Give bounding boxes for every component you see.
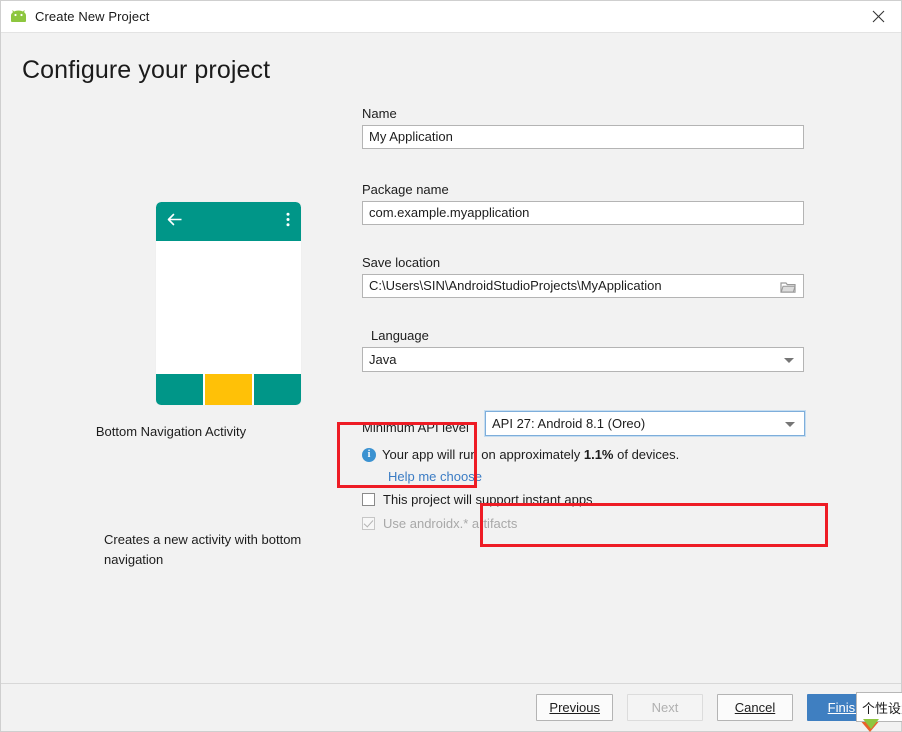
- androidx-artifacts-checkbox-row: Use androidx.* artifacts: [362, 516, 517, 531]
- name-label: Name: [362, 106, 397, 121]
- template-description: Creates a new activity with bottom navig…: [104, 532, 302, 567]
- package-name-label: Package name: [362, 182, 449, 197]
- window-title-bar: Create New Project: [1, 1, 901, 33]
- instant-apps-label: This project will support instant apps: [383, 492, 593, 507]
- project-configuration-form: Name My Application Package name com.exa…: [341, 85, 901, 683]
- next-button: Next: [627, 694, 703, 721]
- cancel-button-label: Cancel: [734, 700, 776, 715]
- language-label: Language: [371, 328, 429, 343]
- minimum-api-level-selected-value: API 27: Android 8.1 (Oreo): [492, 416, 646, 431]
- minimum-api-level-dropdown[interactable]: API 27: Android 8.1 (Oreo): [485, 411, 805, 436]
- next-button-label: Next: [651, 700, 679, 715]
- window-title: Create New Project: [35, 9, 150, 24]
- overlay-pointer-inner: [863, 719, 879, 729]
- overflow-menu-icon: [286, 212, 290, 232]
- dialog-footer: Previous Next Cancel Finish: [1, 683, 901, 731]
- preview-bottom-navigation: [156, 374, 301, 405]
- device-coverage-percent: 1.1%: [583, 447, 614, 462]
- activity-preview-image: [156, 202, 301, 405]
- cancel-button[interactable]: Cancel: [717, 694, 793, 721]
- preview-nav-item-3: [254, 374, 301, 405]
- preview-content-area: [156, 241, 301, 374]
- device-coverage-info: i Your app will run on approximately 1.1…: [362, 447, 679, 462]
- help-me-choose-link[interactable]: Help me choose: [388, 469, 482, 484]
- dialog-body: Bottom Navigation Activity Creates a new…: [1, 85, 901, 683]
- device-coverage-prefix: Your app will run on approximately: [382, 447, 584, 462]
- chevron-down-icon: [784, 357, 794, 363]
- preview-nav-item-2-active: [205, 374, 252, 405]
- back-arrow-icon: [167, 213, 183, 231]
- save-location-label: Save location: [362, 255, 441, 270]
- device-coverage-suffix: of devices.: [613, 447, 680, 462]
- androidx-artifacts-label: Use androidx.* artifacts: [383, 516, 518, 531]
- language-selected-value: Java: [369, 352, 397, 367]
- name-input[interactable]: My Application: [362, 125, 804, 149]
- info-icon: i: [362, 448, 376, 462]
- page-title: Configure your project: [22, 56, 271, 84]
- close-icon[interactable]: [855, 1, 901, 31]
- folder-icon[interactable]: [780, 279, 796, 293]
- instant-apps-checkbox-row[interactable]: This project will support instant apps: [362, 492, 593, 507]
- chevron-down-icon: [785, 421, 795, 427]
- personalization-tooltip[interactable]: 个性设置: [856, 692, 902, 722]
- previous-button-label: Previous: [549, 700, 600, 715]
- android-icon: [10, 10, 27, 23]
- androidx-artifacts-checkbox: [362, 517, 375, 530]
- minimum-api-level-label: Minimum API level: [362, 420, 469, 435]
- device-coverage-text: Your app will run on approximately 1.1% …: [382, 447, 679, 462]
- preview-nav-item-1: [156, 374, 203, 405]
- preview-app-bar: [156, 202, 301, 241]
- save-location-value: C:\Users\SIN\AndroidStudioProjects\MyApp…: [369, 278, 662, 293]
- language-dropdown[interactable]: Java: [362, 347, 804, 372]
- create-new-project-dialog: Create New Project Configure your projec…: [0, 0, 902, 732]
- instant-apps-checkbox[interactable]: [362, 493, 375, 506]
- template-name-caption: Bottom Navigation Activity: [95, 424, 247, 439]
- package-name-input[interactable]: com.example.myapplication: [362, 201, 804, 225]
- previous-button[interactable]: Previous: [536, 694, 613, 721]
- template-preview-panel: Bottom Navigation Activity Creates a new…: [1, 85, 341, 683]
- save-location-input[interactable]: C:\Users\SIN\AndroidStudioProjects\MyApp…: [362, 274, 804, 298]
